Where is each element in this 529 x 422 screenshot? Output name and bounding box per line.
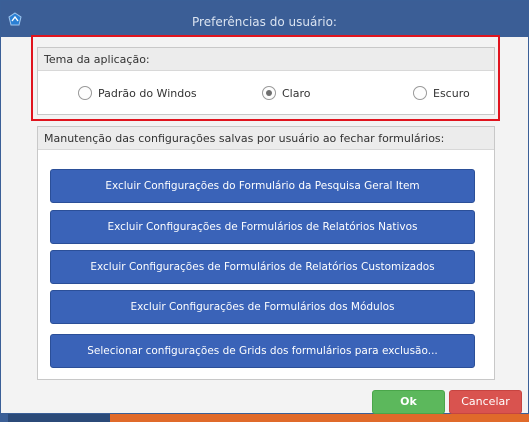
highlight-box bbox=[31, 35, 500, 121]
delete-native-reports-config-button[interactable]: Excluir Configurações de Formulários de … bbox=[50, 210, 475, 244]
delete-modules-config-button[interactable]: Excluir Configurações de Formulários dos… bbox=[50, 290, 475, 324]
maintenance-group-header: Manutenção das configurações salvas por … bbox=[38, 127, 494, 150]
dialog-titlebar: Preferências do usuário: bbox=[1, 1, 528, 37]
select-grid-configs-button[interactable]: Selecionar configurações de Grids dos fo… bbox=[50, 334, 475, 368]
dialog-title: Preferências do usuário: bbox=[192, 15, 337, 29]
preferences-dialog: Preferências do usuário: Tema da aplicaç… bbox=[0, 0, 529, 414]
maintenance-group: Manutenção das configurações salvas por … bbox=[37, 126, 495, 380]
ok-button[interactable]: Ok bbox=[372, 390, 445, 414]
cancel-button[interactable]: Cancelar bbox=[449, 390, 522, 414]
delete-search-item-config-button[interactable]: Excluir Configurações do Formulário da P… bbox=[50, 169, 475, 203]
delete-custom-reports-config-button[interactable]: Excluir Configurações de Formulários de … bbox=[50, 250, 475, 284]
